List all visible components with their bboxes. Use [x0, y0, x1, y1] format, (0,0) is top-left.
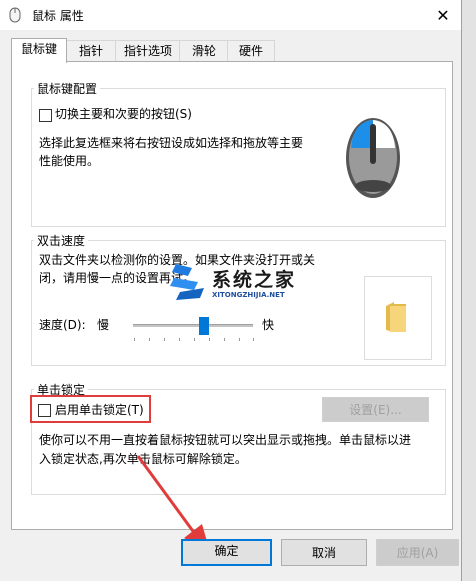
speed-slider-thumb[interactable]: [199, 317, 209, 335]
background-strip: [461, 0, 476, 581]
tab-pointers[interactable]: 指针: [65, 40, 117, 61]
speed-slider-track[interactable]: [133, 324, 253, 327]
click-lock-settings-button[interactable]: 设置(E)...: [322, 397, 429, 422]
close-button[interactable]: ✕: [425, 0, 461, 30]
speed-fast-label: 快: [262, 318, 275, 332]
tab-mouse-buttons[interactable]: 鼠标键: [11, 38, 67, 63]
switch-buttons-checkbox[interactable]: [39, 109, 52, 122]
annotation-highlight-box: [30, 395, 151, 423]
tab-wheel[interactable]: 滑轮: [179, 40, 229, 61]
slider-tick: [209, 338, 210, 341]
slider-tick: [253, 338, 254, 341]
ok-button[interactable]: 确定: [181, 539, 272, 566]
cancel-button[interactable]: 取消: [281, 539, 367, 566]
speed-label: 速度(D):: [39, 318, 86, 332]
slider-tick: [164, 338, 165, 341]
button-config-description-2: 性能使用。: [39, 154, 100, 168]
tab-pointer-options[interactable]: 指针选项: [115, 40, 181, 61]
button-config-label: 鼠标键配置: [34, 80, 101, 97]
tab-hardware[interactable]: 硬件: [227, 40, 275, 61]
button-config-description: 选择此复选框来将右按钮设成如选择和拖放等主要: [39, 136, 304, 150]
folder-icon: [386, 302, 406, 332]
slider-tick: [179, 338, 180, 341]
mouse-illustration-icon: [346, 118, 400, 198]
test-folder-area[interactable]: [364, 276, 432, 360]
apply-button[interactable]: 应用(A): [376, 539, 459, 566]
title-bar: 鼠标 属性 ✕: [0, 0, 461, 30]
mouse-properties-window: 鼠标 属性 ✕ 鼠标键 指针 指针选项 滑轮 硬件 鼠标键配置 切换主要和次要的…: [0, 0, 462, 581]
double-click-label: 双击速度: [34, 232, 89, 249]
slider-tick: [239, 338, 240, 341]
mouse-icon: [9, 7, 21, 23]
speed-slow-label: 慢: [97, 318, 110, 332]
close-icon: ✕: [436, 5, 450, 25]
slider-tick: [149, 338, 150, 341]
switch-buttons-label: 切换主要和次要的按钮(S): [55, 107, 192, 121]
window-title: 鼠标 属性: [32, 9, 84, 23]
watermark-subtitle: XITONGZHIJIA.NET: [212, 291, 285, 299]
click-lock-description: 使你可以不用一直按着鼠标按钮就可以突出显示或拖拽。单击鼠标以进: [39, 433, 412, 447]
slider-tick: [194, 338, 195, 341]
slider-tick: [134, 338, 135, 341]
watermark-title: 系统之家: [212, 269, 297, 291]
watermark-logo-icon: [170, 264, 204, 300]
slider-tick: [224, 338, 225, 341]
